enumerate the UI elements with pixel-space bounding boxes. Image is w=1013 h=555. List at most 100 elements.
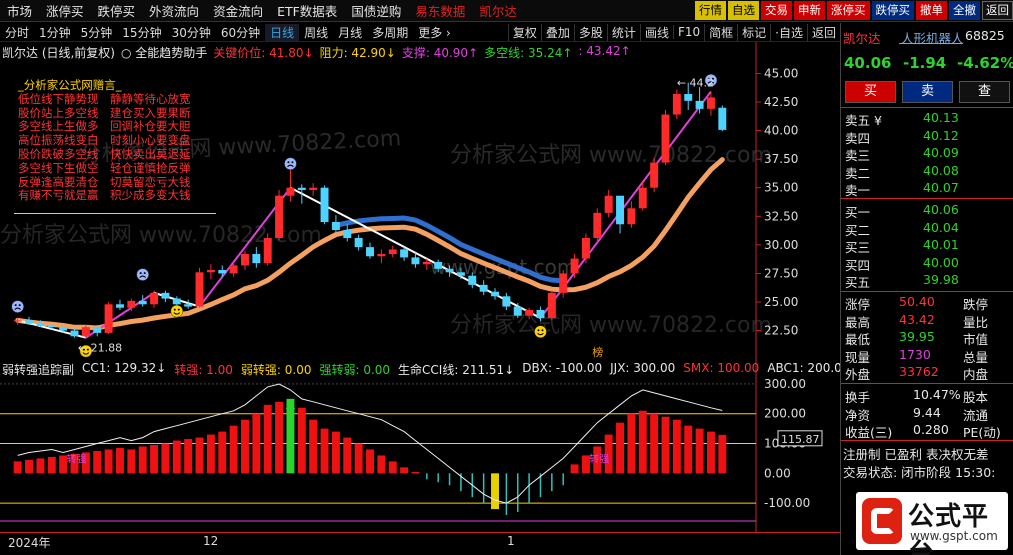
period-tab-0[interactable]: 分时 <box>0 24 34 41</box>
menu-item-6[interactable]: 国债逆购 <box>344 1 408 20</box>
candle-body <box>275 195 284 238</box>
sub-bar <box>218 431 227 474</box>
candle-body <box>309 187 318 190</box>
period-tab-1[interactable]: 1分钟 <box>34 24 76 41</box>
sell-price: 40.07 <box>923 180 959 195</box>
menu-button-7[interactable]: 全撤 <box>949 1 980 20</box>
menu-button-2[interactable]: 交易 <box>761 1 792 20</box>
candle-body <box>81 327 90 337</box>
main-indicator-legend: 凯尔达 (日线,前复权) ○ 全能趋势助手 关键价位: 41.80↓ 阻力: 42.9… <box>2 44 637 60</box>
note-line-6: 反弹逢高要清仓 切莫留恋亏大钱 <box>18 174 191 189</box>
trade-button-1[interactable]: 卖 <box>902 81 953 103</box>
sad-face-icon <box>284 157 297 170</box>
menu-button-0[interactable]: 行情 <box>695 1 726 20</box>
candle-body <box>570 258 579 274</box>
period-tab-9[interactable]: 多周期 <box>367 24 413 41</box>
sub-bar <box>93 450 102 474</box>
note-box-underline <box>14 213 216 214</box>
period-tab-7[interactable]: 周线 <box>299 24 333 41</box>
chart-watermark-5: 分析家公式网 www.70822.com <box>450 313 772 338</box>
menu-button-5[interactable]: 跌停买 <box>871 1 914 20</box>
period-tab-5[interactable]: 60分钟 <box>216 24 265 41</box>
stat2-value: 9.44 <box>913 404 941 420</box>
sub-legend-item-2: 转强: 1.00 <box>174 363 233 377</box>
sell-label: 卖一 <box>845 183 871 198</box>
main-legend-item-6: : 43.42↑ <box>578 44 631 58</box>
period-tab-6[interactable]: 日线 <box>265 23 300 41</box>
menu-button-1[interactable]: 自选 <box>728 1 759 20</box>
toolbar-button-8[interactable]: ·自选 <box>770 23 807 41</box>
sub-bar <box>241 419 249 474</box>
sub-bar <box>400 467 409 474</box>
stat-row-3: 现量 1730 总量 <box>841 346 1013 365</box>
toolbar-button-3[interactable]: 统计 <box>606 23 640 41</box>
buy-label: 买五 <box>845 275 871 290</box>
sub-marker: 转强 <box>589 452 609 465</box>
main-legend-item-0: 凯尔达 (日线,前复权) <box>2 46 115 60</box>
stat2-label-2: PE(动) <box>963 425 1001 440</box>
stock-change: -1.94 <box>903 54 947 72</box>
panel-divider <box>841 383 1013 384</box>
candle-body <box>206 270 215 273</box>
menu-red-item-1[interactable]: 凯尔达 <box>472 1 524 20</box>
period-tab-2[interactable]: 5分钟 <box>76 24 118 41</box>
period-tab-10[interactable]: 更多 › <box>413 24 456 41</box>
sell-price: 40.12 <box>923 127 959 143</box>
toolbar-button-5[interactable]: F10 <box>672 25 704 39</box>
menu-item-4[interactable]: 资金流向 <box>206 1 270 20</box>
main-axis-label: 37.50 <box>764 152 798 166</box>
chart-watermark-2: 分析家公式网 www.70822.com <box>450 143 772 168</box>
sub-bar <box>562 473 564 486</box>
toolbar-button-7[interactable]: 标记 <box>737 23 770 41</box>
trade-button-2[interactable]: 查 <box>959 81 1010 103</box>
sub-bar <box>320 428 329 474</box>
menu-button-4[interactable]: 涨停买 <box>827 1 870 20</box>
panel-divider <box>841 291 1013 292</box>
menu-item-5[interactable]: ETF数据表 <box>270 1 344 20</box>
menu-item-0[interactable]: 市场 <box>0 1 39 20</box>
buy-price: 40.01 <box>923 237 959 252</box>
period-tab-3[interactable]: 15分钟 <box>117 24 166 41</box>
period-tab-8[interactable]: 月线 <box>333 24 367 41</box>
menu-item-3[interactable]: 外资流向 <box>142 1 206 20</box>
menu-button-6[interactable]: 撤单 <box>916 1 947 20</box>
note-line-3: 高位振荡线变白 时刻小心要变盘 <box>18 133 191 148</box>
menu-item-2[interactable]: 跌停买 <box>91 1 143 20</box>
sub-bar <box>47 456 56 474</box>
stock-price-row: 40.06 -1.94 -4.62% <box>841 53 1013 75</box>
main-axis-label: 25.00 <box>764 295 798 309</box>
buy-row-1: 买二 40.04 <box>841 219 1013 238</box>
stat2-label: 收益(三) <box>845 425 893 440</box>
candle-body <box>138 300 147 305</box>
toolbar-button-0[interactable]: 复权 <box>507 23 541 41</box>
indicator-chart[interactable]: 300.00200.00100.000.00-100.00115.87转强转强 <box>0 358 840 532</box>
toolbar-button-2[interactable]: 多股 <box>573 23 607 41</box>
stock-tag: 人形机器人 <box>901 31 964 46</box>
menu-item-1[interactable]: 涨停买 <box>39 1 91 20</box>
toolbar-button-6[interactable]: 简框 <box>704 23 737 41</box>
candle-body <box>286 187 295 196</box>
candle-body <box>252 254 261 264</box>
panel-divider <box>841 198 1013 199</box>
sub-bar <box>516 473 519 513</box>
candle-body <box>422 262 431 265</box>
date-label-0: 2024年 <box>8 536 51 550</box>
stat-value: 50.40 <box>899 294 935 309</box>
menu-button-3[interactable]: 申新 <box>794 1 825 20</box>
stat-value: 1730 <box>899 346 931 362</box>
sub-legend-item-1: CC1: 129.32↓ <box>82 361 167 375</box>
sub-marker: 转强 <box>67 452 87 465</box>
toolbar-button-1[interactable]: 叠加 <box>540 23 574 41</box>
main-legend-item-5: 多空线: 35.24↑ <box>484 46 573 60</box>
main-axis-label: 32.50 <box>764 209 798 223</box>
menu-red-item-0[interactable]: 易东数据 <box>408 1 472 20</box>
candle-body <box>661 114 670 163</box>
panel-divider <box>841 107 1013 108</box>
candle-body <box>25 320 34 324</box>
toolbar-button-4[interactable]: 画线 <box>639 23 673 41</box>
stat-value: 33762 <box>899 364 939 379</box>
period-tab-4[interactable]: 30分钟 <box>167 24 216 41</box>
trade-button-0[interactable]: 买 <box>845 81 896 103</box>
menu-button-8[interactable]: 返回 <box>982 1 1013 20</box>
toolbar-button-9[interactable]: 返回 <box>806 23 840 41</box>
